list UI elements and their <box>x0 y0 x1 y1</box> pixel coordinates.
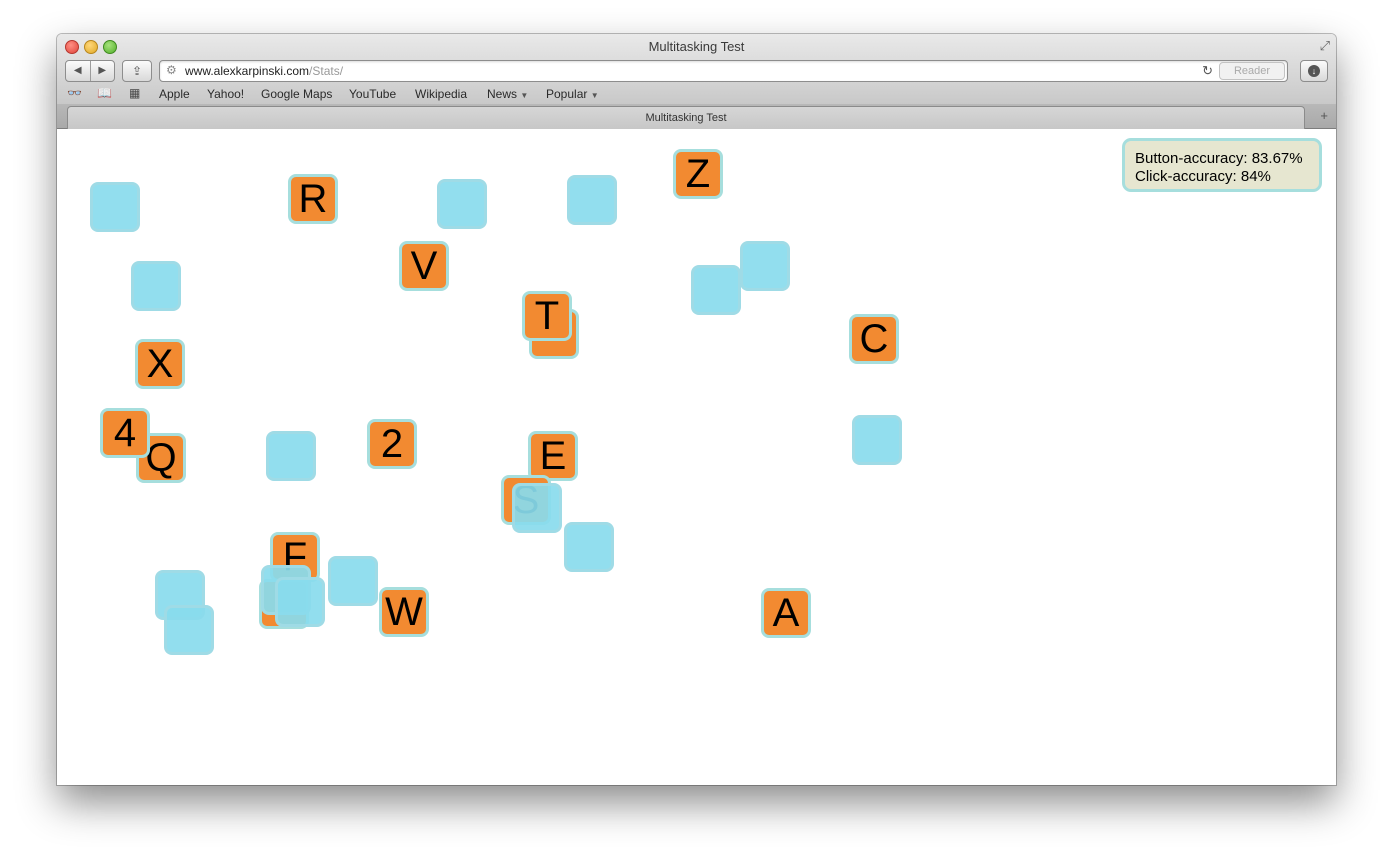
browser-chrome: Multitasking Test ⤢ ◀ ▶ ⇪ ⚙ www.alexkarp… <box>57 34 1336 129</box>
window-title: Multitasking Test <box>648 39 745 54</box>
downloads-button[interactable]: ↓ <box>1300 60 1328 82</box>
url-text[interactable]: www.alexkarpinski.com/Stats/ <box>185 64 343 78</box>
blue-tile[interactable] <box>691 265 741 315</box>
blue-tile[interactable] <box>266 431 316 481</box>
bookmark-news-label: News <box>487 87 518 101</box>
letter-tile-v[interactable]: V <box>399 241 449 291</box>
bookmark-yahoo[interactable]: Yahoo! <box>207 87 244 101</box>
button-accuracy-text: Button-accuracy: 83.67% <box>1135 150 1303 167</box>
letter-tile-2[interactable]: 2 <box>367 419 417 469</box>
blue-tile[interactable] <box>512 483 562 533</box>
bookmark-popular-label: Popular <box>546 87 588 101</box>
bookmark-apple[interactable]: Apple <box>159 87 190 101</box>
blue-tile[interactable] <box>567 175 617 225</box>
url-path: /Stats/ <box>309 64 344 78</box>
letter-tile-4[interactable]: 4 <box>100 408 150 458</box>
chevron-down-icon: ▼ <box>590 91 599 100</box>
letter-tile-e[interactable]: E <box>528 431 578 481</box>
fullscreen-icon[interactable]: ⤢ <box>1320 38 1330 54</box>
letter-tile-a[interactable]: A <box>761 588 811 638</box>
toolbar: ◀ ▶ ⇪ ⚙ www.alexkarpinski.com/Stats/ ↻ R… <box>57 58 1336 84</box>
blue-tile[interactable] <box>564 522 614 572</box>
reload-icon[interactable]: ↻ <box>1202 63 1213 79</box>
blue-tile[interactable] <box>90 182 140 232</box>
blue-tile[interactable] <box>275 577 325 627</box>
letter-tile-label: V <box>410 244 438 288</box>
blue-tile[interactable] <box>437 179 487 229</box>
share-button[interactable]: ⇪ <box>122 60 152 82</box>
letter-tile-z[interactable]: Z <box>673 149 723 199</box>
bookmarks-book-icon[interactable]: 📖 <box>97 86 112 100</box>
bookmark-popular-menu[interactable]: Popular ▼ <box>546 87 599 101</box>
blue-tile[interactable] <box>164 605 214 655</box>
site-settings-icon: ⚙ <box>166 63 177 77</box>
blue-tile[interactable] <box>131 261 181 311</box>
tab-bar: Multitasking Test + <box>57 104 1336 129</box>
title-bar: Multitasking Test ⤢ <box>57 34 1336 58</box>
letter-tile-x[interactable]: X <box>135 339 185 389</box>
address-bar[interactable]: ⚙ www.alexkarpinski.com/Stats/ ↻ Reader <box>159 60 1288 82</box>
click-accuracy-text: Click-accuracy: 84% <box>1135 168 1271 185</box>
reading-list-icon[interactable]: 👓 <box>67 86 82 100</box>
top-sites-grid-icon[interactable]: ▦ <box>129 86 140 100</box>
url-host: www.alexkarpinski.com <box>185 64 310 78</box>
page-content: Z R V T C X Q 4 2 E S F W A Button-accur… <box>57 129 1336 785</box>
bookmark-wikipedia[interactable]: Wikipedia <box>415 87 467 101</box>
letter-tile-r[interactable]: R <box>288 174 338 224</box>
download-arrow-icon: ↓ <box>1308 64 1320 77</box>
blue-tile[interactable] <box>852 415 902 465</box>
letter-tile-t[interactable]: T <box>522 291 572 341</box>
chevron-down-icon: ▼ <box>520 91 529 100</box>
letter-tile-w[interactable]: W <box>379 587 429 637</box>
bookmark-google-maps[interactable]: Google Maps <box>261 87 332 101</box>
forward-arrow-icon[interactable]: ▶ <box>91 61 115 81</box>
reader-button[interactable]: Reader <box>1219 62 1285 80</box>
browser-window: Multitasking Test ⤢ ◀ ▶ ⇪ ⚙ www.alexkarp… <box>57 34 1336 785</box>
new-tab-icon[interactable]: + <box>1320 108 1328 123</box>
back-forward-buttons: ◀ ▶ <box>65 60 115 82</box>
stats-panel: Button-accuracy: 83.67% Click-accuracy: … <box>1122 138 1322 192</box>
bookmark-news-menu[interactable]: News ▼ <box>487 87 528 101</box>
tab-multitasking-test[interactable]: Multitasking Test <box>67 106 1305 129</box>
blue-tile[interactable] <box>740 241 790 291</box>
letter-tile-c[interactable]: C <box>849 314 899 364</box>
share-icon: ⇪ <box>131 64 143 78</box>
back-arrow-icon[interactable]: ◀ <box>66 61 91 81</box>
bookmarks-bar: 👓 📖 ▦ Apple Yahoo! Google Maps YouTube W… <box>57 84 1336 104</box>
blue-tile[interactable] <box>328 556 378 606</box>
bookmark-youtube[interactable]: YouTube <box>349 87 396 101</box>
